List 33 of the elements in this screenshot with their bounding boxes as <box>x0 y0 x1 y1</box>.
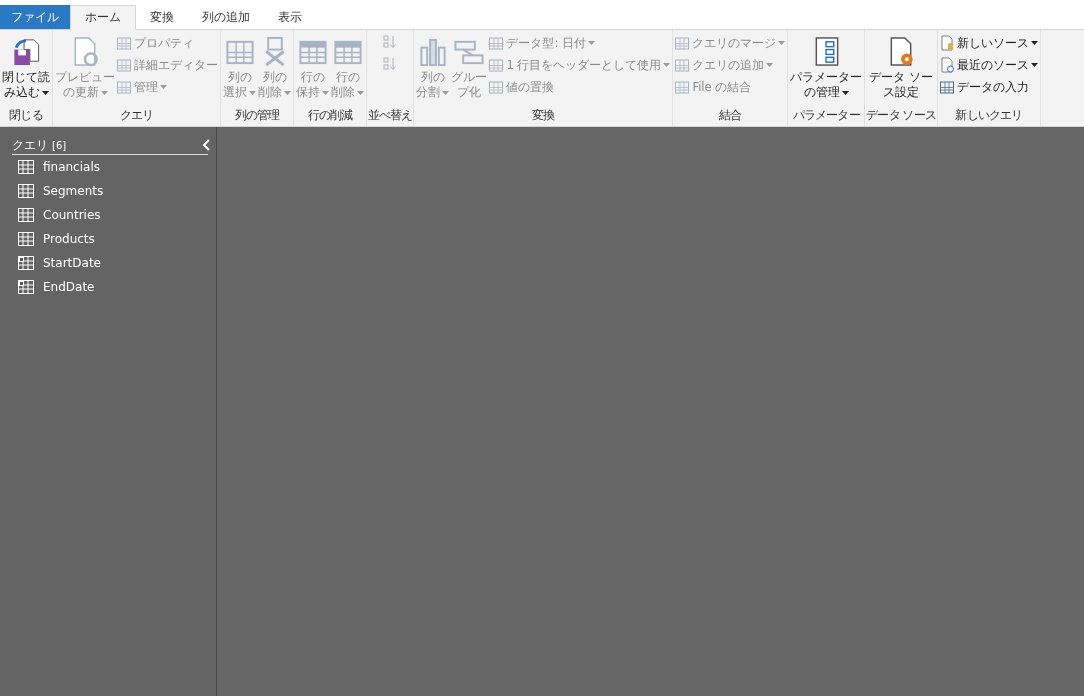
clock-page-icon <box>938 57 955 73</box>
query-item[interactable]: Countries <box>0 203 216 227</box>
ribbon-button[interactable]: 閉じて読 み込む <box>1 34 51 102</box>
group-label: データ ソース <box>866 107 936 124</box>
group-label: 変換 <box>531 107 556 124</box>
group-label: 列の管理 <box>233 107 281 124</box>
query-item[interactable]: StartDate <box>0 251 216 275</box>
query-count: [6] <box>52 139 67 151</box>
query-item[interactable]: financials <box>0 155 216 179</box>
ribbon-button[interactable]: 最近のソース <box>938 56 1039 74</box>
new-page-icon <box>938 35 955 51</box>
file-tab[interactable]: ファイル <box>0 5 70 29</box>
sort-icon <box>382 34 399 50</box>
ribbon-button[interactable]: データの入力 <box>938 78 1039 96</box>
query-item[interactable]: Products <box>0 227 216 251</box>
ribbon-tab[interactable]: ホーム <box>70 5 136 30</box>
parameter-table-icon <box>18 256 34 270</box>
queries-title: クエリ <box>12 136 48 154</box>
ribbon-button[interactable]: データ ソー ス設定 <box>868 34 934 102</box>
group-label: パラメーター <box>792 107 861 124</box>
collapse-icon[interactable] <box>202 139 210 151</box>
group-label: 新しいクエリ <box>954 107 1024 124</box>
sort-icon <box>382 56 399 72</box>
ribbon-button[interactable]: 新しいソース <box>938 34 1039 52</box>
group-label: 結合 <box>718 107 743 124</box>
query-item[interactable]: EndDate <box>0 275 216 299</box>
query-item[interactable]: Segments <box>0 179 216 203</box>
group-label: クエリ <box>118 107 155 124</box>
group-label: 行の削減 <box>306 107 354 124</box>
ribbon-button[interactable]: パラメーター の管理 <box>789 34 864 102</box>
parameter-table-icon <box>18 280 34 294</box>
group-label: 閉じる <box>8 107 44 124</box>
group-label: 並べ替え <box>368 107 413 124</box>
